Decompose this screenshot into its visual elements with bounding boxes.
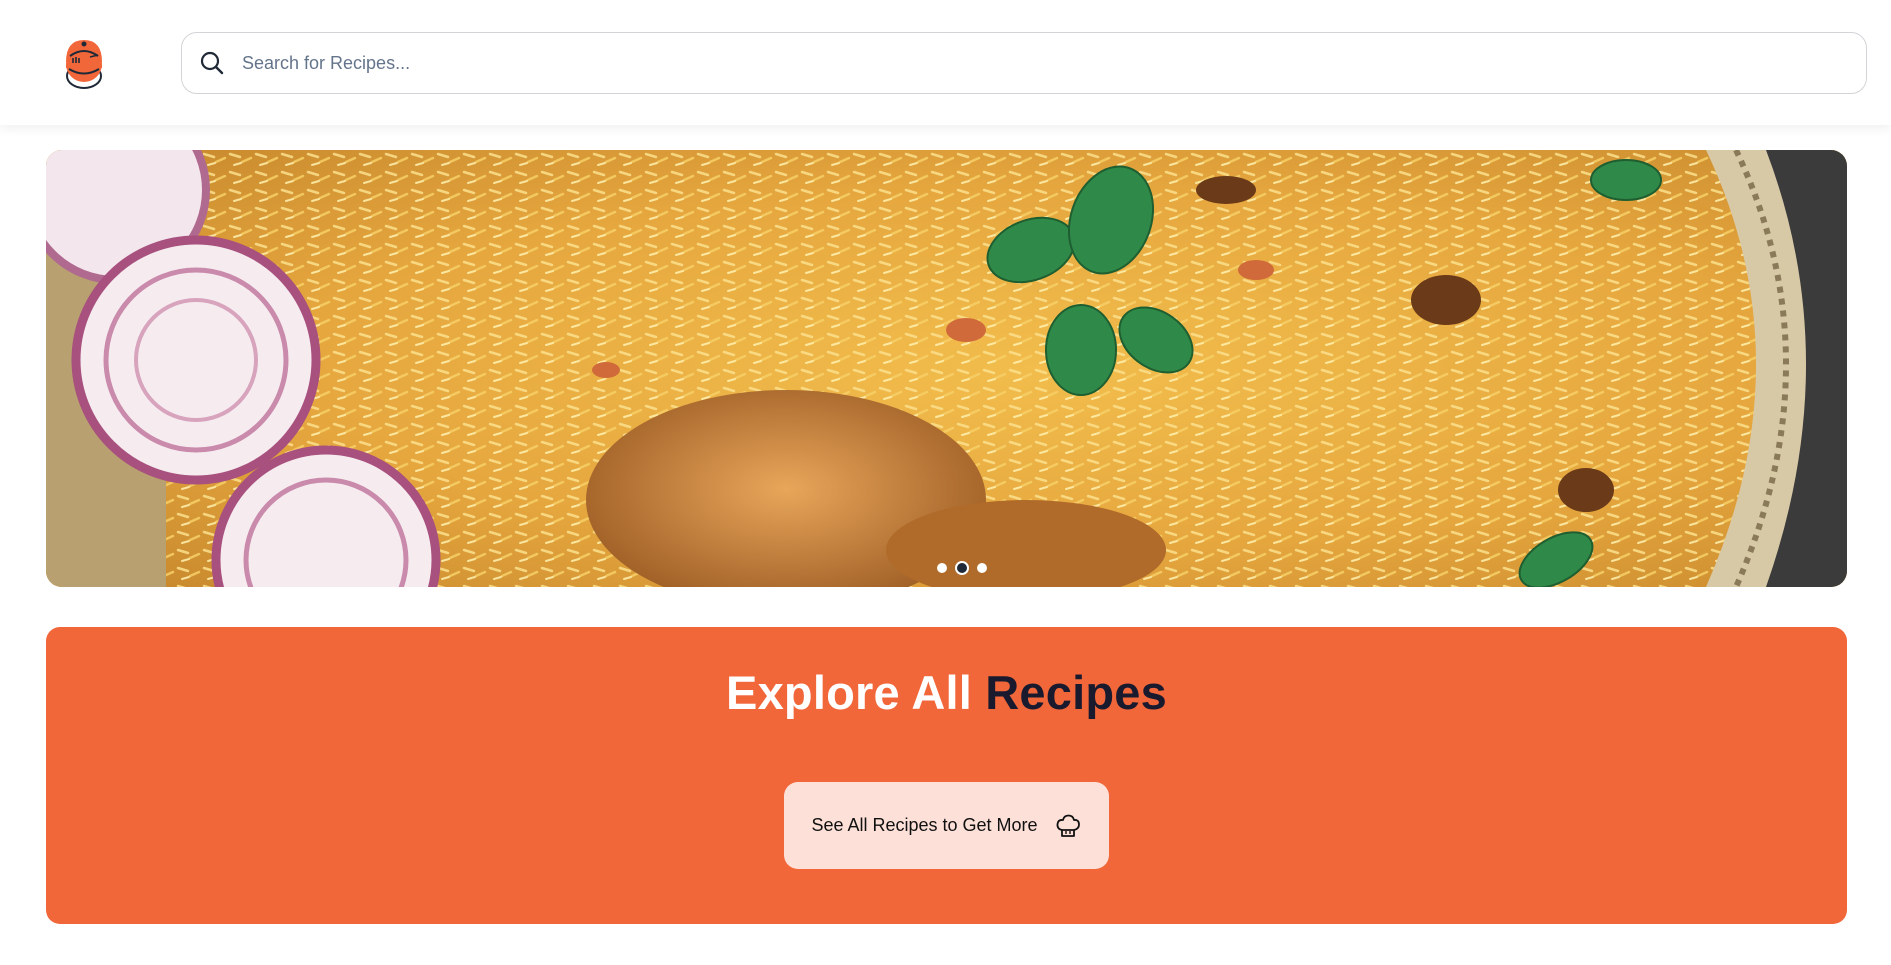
carousel-dot-active[interactable]: [956, 563, 967, 573]
see-all-recipes-button[interactable]: See All Recipes to Get More: [784, 782, 1109, 869]
biryani-plate-banner: [46, 150, 1847, 587]
explore-title-part2: Recipes: [985, 666, 1167, 719]
search-input[interactable]: [242, 33, 1842, 93]
see-all-recipes-label: See All Recipes to Get More: [811, 815, 1038, 835]
explore-title-part1: Explore All: [726, 666, 973, 719]
carousel-dots: [46, 563, 1847, 573]
carousel-dot[interactable]: [936, 563, 947, 573]
hero-carousel[interactable]: [46, 150, 1847, 587]
top-header: [0, 0, 1891, 125]
explore-section: Explore All Recipes See All Recipes to G…: [46, 627, 1847, 924]
chef-pot-logo-icon[interactable]: [60, 32, 108, 92]
search-bar: [181, 32, 1867, 94]
carousel-dot[interactable]: [976, 563, 987, 573]
explore-title: Explore All Recipes: [46, 665, 1847, 720]
search-icon[interactable]: [198, 49, 226, 77]
chef-hat-icon: [1054, 812, 1082, 840]
